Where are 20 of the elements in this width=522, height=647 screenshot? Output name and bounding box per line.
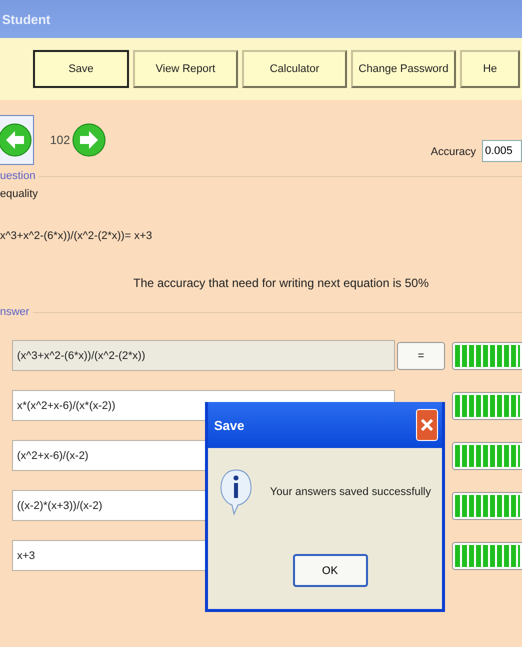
question-number: 102	[50, 133, 70, 147]
equation-text: x^3+x^2-(6*x))/(x^2-(2*x))= x+3	[0, 230, 154, 242]
previous-button[interactable]	[0, 115, 34, 165]
info-icon	[220, 468, 252, 516]
requirement-text: The accuracy that need for writing next equation is 50%	[133, 276, 429, 290]
toolbar-button[interactable]: He	[460, 50, 520, 88]
accuracy-field[interactable]: 0.005	[482, 140, 522, 162]
close-button[interactable]	[416, 409, 438, 441]
group-label: uestion	[0, 170, 36, 182]
toolbar-button[interactable]: View Report	[133, 50, 238, 88]
ok-button[interactable]: OK	[292, 554, 368, 587]
back-arrow-icon	[0, 123, 32, 157]
toolbar-button[interactable]: Save	[33, 50, 129, 88]
window-title: Student	[2, 12, 50, 26]
group-label: nswer	[0, 306, 30, 318]
accuracy-label: Accuracy	[430, 146, 476, 158]
question-type: equality	[0, 188, 39, 200]
toolbar-button[interactable]: Calculator	[242, 50, 347, 88]
close-icon	[420, 418, 434, 432]
toolbar-button[interactable]: Change Password	[351, 50, 456, 88]
